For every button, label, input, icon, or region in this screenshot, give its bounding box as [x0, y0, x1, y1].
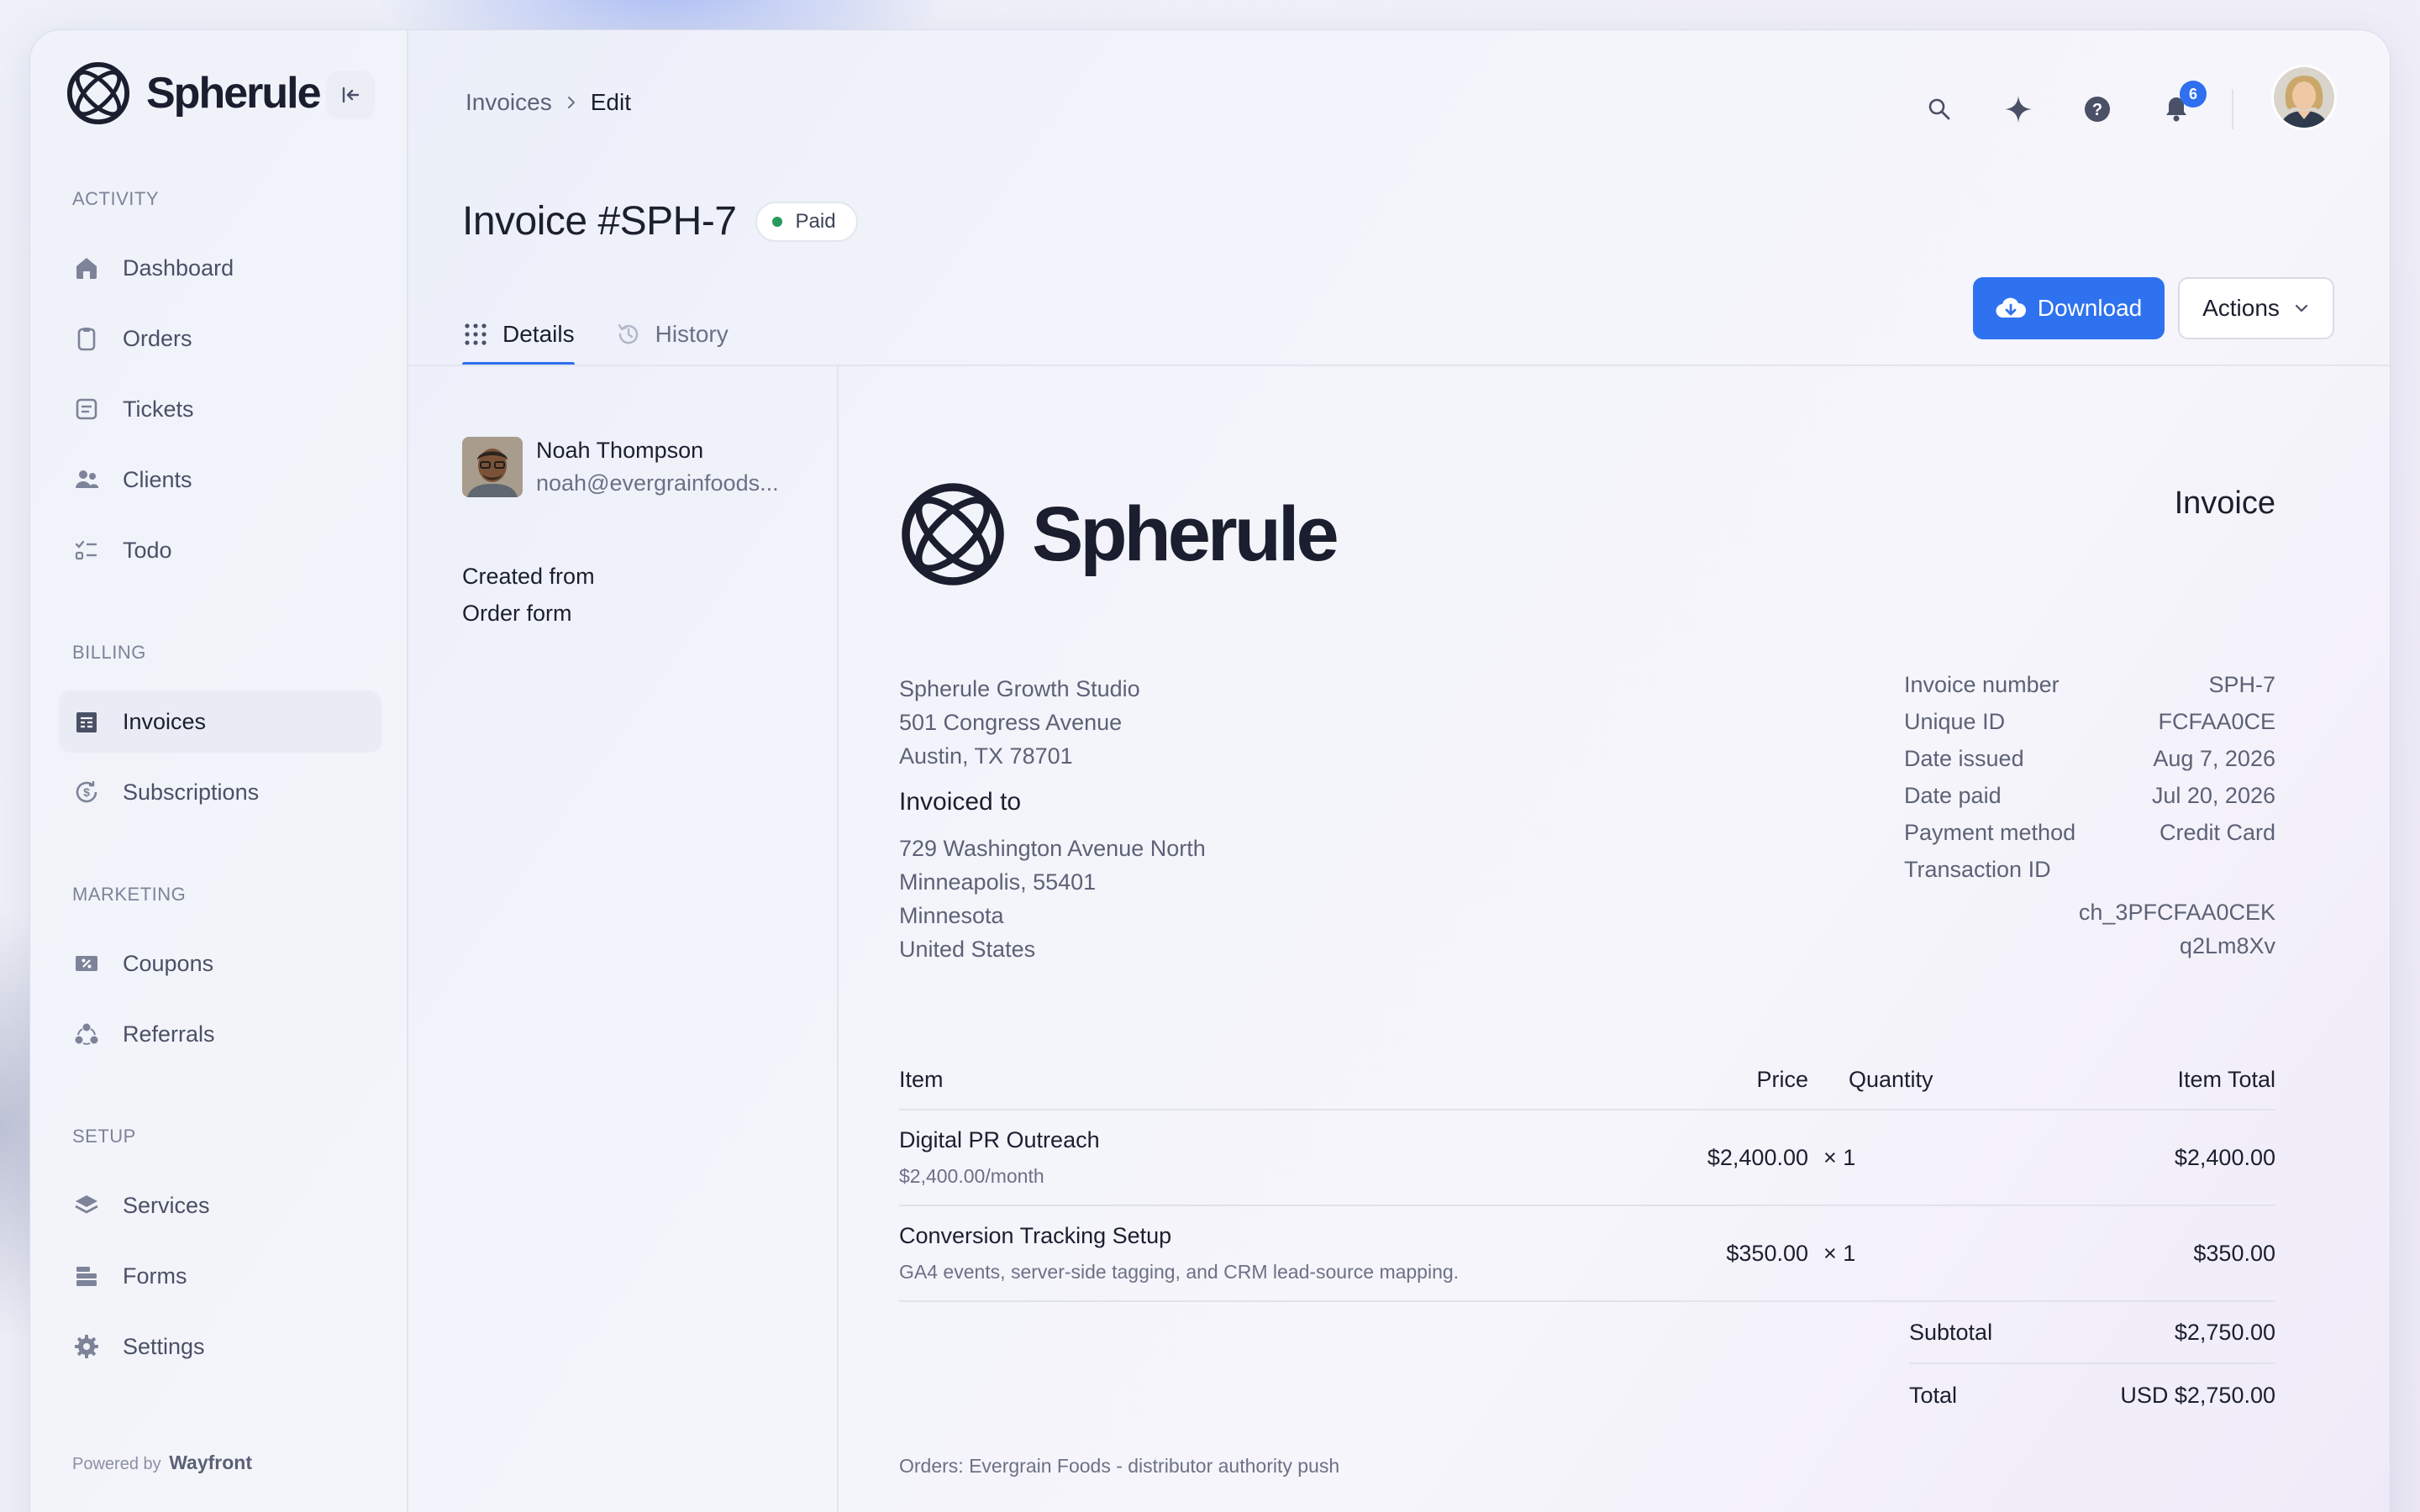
client-avatar [462, 437, 523, 497]
brand[interactable]: Spherule [66, 60, 321, 126]
client-card[interactable]: Noah Thompson noah@evergrainfoods... [462, 437, 779, 497]
forms-icon [72, 1262, 101, 1290]
section-label-setup: SETUP [72, 1126, 136, 1147]
dollar-cycle-icon: $ [72, 778, 101, 806]
gear-icon [72, 1332, 101, 1361]
section-label-activity: ACTIVITY [72, 188, 160, 209]
invoice-heading: Invoice [2174, 486, 2275, 521]
notifications-button[interactable]: 6 [2158, 81, 2207, 128]
sidebar-item-orders[interactable]: Orders [59, 307, 381, 370]
client-email: noah@evergrainfoods... [536, 470, 779, 496]
user-avatar[interactable] [2274, 67, 2334, 128]
powered-by: Powered by Wayfront [72, 1452, 252, 1473]
header-actions: ? 6 [1921, 81, 2233, 129]
coupon-icon [72, 949, 101, 978]
clipboard-icon [72, 324, 101, 353]
collapse-sidebar-button[interactable] [326, 71, 375, 119]
sidebar-item-tickets[interactable]: Tickets [59, 378, 381, 440]
meta-row: Transaction ID [1904, 857, 2051, 882]
page-title: Invoice #SPH-7 [462, 199, 737, 244]
sidebar-item-coupons[interactable]: Coupons [59, 932, 381, 995]
history-icon [618, 323, 638, 344]
to-address: 729 Washington Avenue North Minneapolis,… [899, 836, 1206, 962]
header-divider [2232, 89, 2233, 129]
svg-text:$: $ [83, 785, 90, 799]
from-address: Spherule Growth Studio 501 Congress Aven… [899, 676, 1140, 769]
breadcrumb-invoices-link[interactable]: Invoices [466, 89, 552, 116]
chevron-down-icon [2295, 304, 2308, 312]
sidebar-item-services[interactable]: Services [59, 1174, 381, 1236]
title-row: Invoice #SPH-7 Paid [462, 198, 858, 244]
created-from-source: Order form [462, 601, 572, 626]
client-name: Noah Thompson [536, 438, 704, 463]
sidebar-item-dashboard[interactable]: Dashboard [59, 237, 381, 299]
sidebar: Spherule ACTIVITY Dashboard Orders Ticke… [30, 30, 408, 1512]
users-icon [72, 465, 101, 494]
table-header: Item Price Quantity Item Total [899, 1050, 2275, 1110]
table-row: Digital PR Outreach $2,400.00/month $2,4… [899, 1110, 2275, 1206]
notification-count-badge: 6 [2180, 81, 2207, 108]
invoice-logo-name: Spherule [1032, 491, 1339, 577]
brand-logo-icon [66, 61, 130, 125]
ticket-icon [72, 395, 101, 423]
grid-dots-icon [465, 323, 487, 345]
invoice-icon [72, 707, 101, 736]
sidebar-item-referrals[interactable]: Referrals [59, 1003, 381, 1065]
breadcrumb-current: Edit [590, 89, 631, 115]
created-from: Created from Order form [462, 558, 595, 632]
actions-dropdown-button[interactable]: Actions [2178, 277, 2334, 339]
order-note: Orders: Evergrain Foods - distributor au… [899, 1455, 1340, 1477]
meta-row: Unique ID FCFAA0CE [1904, 709, 2275, 734]
sidebar-item-todo[interactable]: Todo [59, 519, 381, 581]
search-button[interactable] [1921, 91, 1958, 128]
sidebar-item-clients[interactable]: Clients [59, 449, 381, 511]
sparkle-icon [2005, 96, 2032, 123]
subtotal-row: Subtotal $2,750.00 [1909, 1302, 2275, 1364]
section-label-billing: BILLING [72, 642, 146, 663]
svg-text:?: ? [2092, 101, 2102, 119]
sidebar-item-forms[interactable]: Forms [59, 1245, 381, 1307]
ai-sparkle-button[interactable] [2000, 91, 2037, 128]
tab-details[interactable]: Details [462, 306, 575, 366]
invoice-meta: Invoice number SPH-7 Unique ID FCFAA0CE Da… [1904, 672, 2275, 963]
meta-row: Payment method Credit Card [1904, 820, 2275, 845]
status-dot [771, 216, 782, 227]
home-icon [72, 254, 101, 282]
tabs-divider [408, 365, 2390, 366]
meta-row: Date paid Jul 20, 2026 [1904, 783, 2275, 808]
help-icon: ? [2085, 97, 2110, 122]
column-divider [837, 366, 839, 1512]
search-icon [1928, 98, 1950, 120]
cloud-download-icon [1996, 297, 2026, 318]
download-button[interactable]: Download [1973, 277, 2165, 339]
invoice-summary: Subtotal $2,750.00 Total USD $2,750.00 [1909, 1302, 2275, 1426]
app-window: Spherule ACTIVITY Dashboard Orders Ticke… [30, 30, 2390, 1512]
brand-logo-icon [902, 483, 1004, 585]
help-button[interactable]: ? [2079, 91, 2116, 128]
meta-row: Date issued Aug 7, 2026 [1904, 746, 2275, 771]
brand-name: Spherule [146, 69, 321, 118]
status-badge: Paid [755, 201, 858, 242]
items-table: Item Price Quantity Item Total Digital P… [899, 1050, 2275, 1302]
checklist-icon [72, 536, 101, 564]
breadcrumb: Invoices Edit [466, 89, 631, 116]
sidebar-item-subscriptions[interactable]: $ Subscriptions [59, 761, 381, 823]
total-row: Total USD $2,750.00 [1909, 1382, 2275, 1408]
referral-icon [72, 1020, 101, 1048]
powered-by-brand[interactable]: Wayfront [169, 1452, 252, 1473]
tab-history[interactable]: History [615, 306, 729, 363]
collapse-left-icon [342, 87, 360, 103]
meta-row: Invoice number SPH-7 [1904, 672, 2275, 697]
invoiced-to-title: Invoiced to [899, 788, 1022, 816]
sidebar-item-invoices[interactable]: Invoices [59, 690, 381, 753]
table-row: Conversion Tracking Setup GA4 events, se… [899, 1206, 2275, 1302]
layers-icon [72, 1191, 101, 1220]
sidebar-item-settings[interactable]: Settings [59, 1315, 381, 1378]
section-label-marketing: MARKETING [72, 884, 187, 905]
invoice-logo: Spherule [899, 480, 1339, 588]
tabs: Details History [462, 306, 769, 366]
chevron-right-icon [564, 95, 579, 110]
transaction-id-value: ch_3PFCFAA0CEK q2Lm8Xv [2078, 900, 2275, 958]
